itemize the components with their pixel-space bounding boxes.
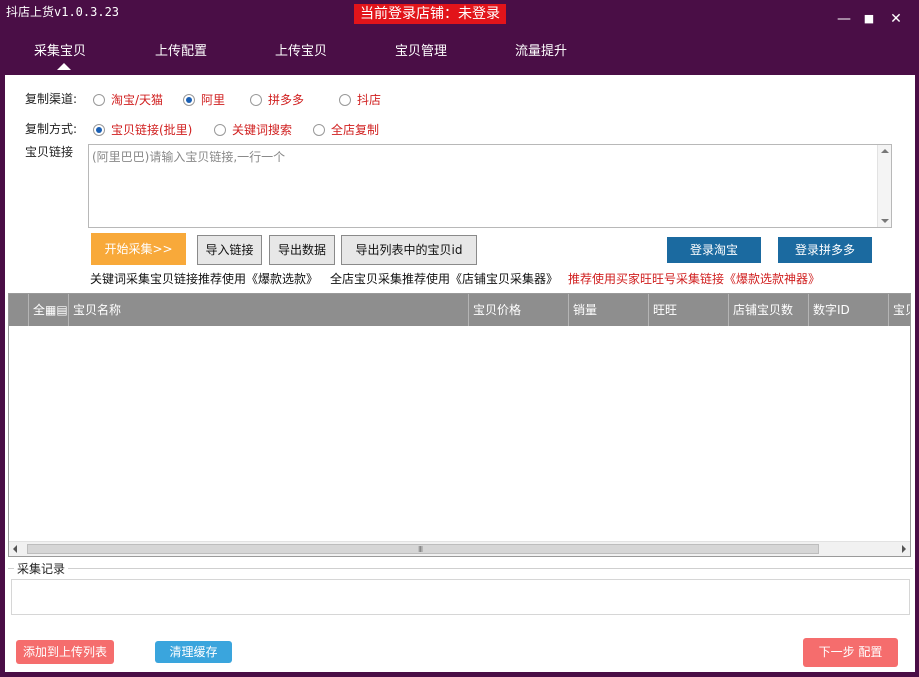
tip-keyword: 关键词采集宝贝链接推荐使用《爆款选款》 xyxy=(90,272,319,286)
radio-dot-icon xyxy=(183,93,195,106)
tip-wangwang: 推荐使用买家旺旺号采集链接《爆款选款神器》 xyxy=(568,272,821,286)
radio-method-shop[interactable]: 全店复制 xyxy=(313,121,379,138)
collect-log-group: 采集记录 xyxy=(8,560,913,618)
method-label: 复制方式: xyxy=(25,122,78,136)
tab-upload-items[interactable]: 上传宝贝 xyxy=(251,40,351,59)
hscroll-thumb[interactable]: III xyxy=(27,544,819,554)
items-table[interactable]: 全▦▤ 宝贝名称 宝贝价格 销量 旺旺 店铺宝贝数 数字ID 宝贝 III xyxy=(8,293,911,557)
clear-cache-button[interactable]: 清理缓存 xyxy=(155,641,232,663)
add-to-upload-list-button[interactable]: 添加到上传列表 xyxy=(16,640,114,664)
radio-dot-icon xyxy=(93,93,105,106)
login-status-badge: 当前登录店铺：未登录 xyxy=(354,4,506,24)
radio-channel-pdd[interactable]: 拼多多 xyxy=(250,91,304,108)
link-placeholder: (阿里巴巴)请输入宝贝链接,一行一个 xyxy=(92,150,286,164)
tab-collect[interactable]: 采集宝贝 xyxy=(10,40,110,59)
radio-dot-icon xyxy=(214,123,226,136)
tab-traffic[interactable]: 流量提升 xyxy=(491,40,591,59)
radio-method-links[interactable]: 宝贝链接(批里) xyxy=(93,121,192,138)
export-ids-button[interactable]: 导出列表中的宝贝id xyxy=(341,235,477,265)
col-header-sales[interactable]: 销量 xyxy=(569,294,649,326)
radio-dot-icon xyxy=(313,123,325,136)
link-textarea[interactable]: (阿里巴巴)请输入宝贝链接,一行一个 xyxy=(88,144,892,228)
radio-channel-ali[interactable]: 阿里 xyxy=(183,91,225,108)
import-links-button[interactable]: 导入链接 xyxy=(197,235,262,265)
active-tab-caret-icon xyxy=(57,63,71,70)
col-header-item[interactable]: 宝贝 xyxy=(889,294,910,326)
col-header-name[interactable]: 宝贝名称 xyxy=(69,294,469,326)
link-label: 宝贝链接 xyxy=(25,145,74,159)
login-taobao-button[interactable]: 登录淘宝 xyxy=(667,237,761,263)
col-header-shop-count[interactable]: 店铺宝贝数 xyxy=(729,294,809,326)
radio-method-keyword[interactable]: 关键词搜索 xyxy=(214,121,292,138)
radio-dot-icon xyxy=(250,93,262,106)
maximize-icon[interactable]: ■ xyxy=(860,10,878,28)
col-header-index xyxy=(9,294,29,326)
main-nav: 采集宝贝 上传配置 上传宝贝 宝贝管理 流量提升 xyxy=(0,36,919,72)
col-header-numeric-id[interactable]: 数字ID xyxy=(809,294,889,326)
tab-item-manage[interactable]: 宝贝管理 xyxy=(371,40,471,59)
start-collect-button[interactable]: 开始采集>> xyxy=(91,233,186,265)
table-hscrollbar[interactable]: III xyxy=(9,541,910,556)
grip-icon: III xyxy=(418,545,423,554)
radio-channel-douyin[interactable]: 抖店 xyxy=(339,91,381,108)
tab-upload-config[interactable]: 上传配置 xyxy=(131,40,231,59)
app-title: 抖店上货v1.0.3.23 xyxy=(6,5,120,19)
channel-label: 复制渠道: xyxy=(25,92,78,106)
collect-log-title: 采集记录 xyxy=(14,560,69,577)
scroll-left-icon[interactable] xyxy=(13,545,17,553)
next-step-button[interactable]: 下一步 配置 xyxy=(803,638,898,667)
login-pdd-button[interactable]: 登录拼多多 xyxy=(778,237,872,263)
minimize-icon[interactable]: — xyxy=(835,10,853,28)
col-header-select-all[interactable]: 全▦▤ xyxy=(29,294,69,326)
scroll-down-icon[interactable] xyxy=(881,219,889,223)
col-header-price[interactable]: 宝贝价格 xyxy=(469,294,569,326)
radio-channel-taobao[interactable]: 淘宝/天猫 xyxy=(93,91,163,108)
col-header-wangwang[interactable]: 旺旺 xyxy=(649,294,729,326)
table-header: 全▦▤ 宝贝名称 宝贝价格 销量 旺旺 店铺宝贝数 数字ID 宝贝 xyxy=(9,294,910,326)
main-content: 复制渠道: 淘宝/天猫 阿里 拼多多 抖店 复制方式: 宝贝链接(批里) 关键词… xyxy=(5,75,915,672)
radio-dot-icon xyxy=(339,93,351,106)
textarea-scrollbar[interactable] xyxy=(877,145,891,227)
collect-log-box[interactable] xyxy=(11,579,910,615)
export-data-button[interactable]: 导出数据 xyxy=(269,235,335,265)
close-icon[interactable]: ✕ xyxy=(887,10,905,28)
scroll-right-icon[interactable] xyxy=(902,545,906,553)
radio-dot-icon xyxy=(93,123,105,136)
scroll-up-icon[interactable] xyxy=(881,149,889,153)
tip-shop: 全店宝贝采集推荐使用《店铺宝贝采集器》 xyxy=(330,272,559,286)
app-window: 抖店上货v1.0.3.23 当前登录店铺：未登录 — ■ ✕ 采集宝贝 上传配置… xyxy=(0,0,919,677)
